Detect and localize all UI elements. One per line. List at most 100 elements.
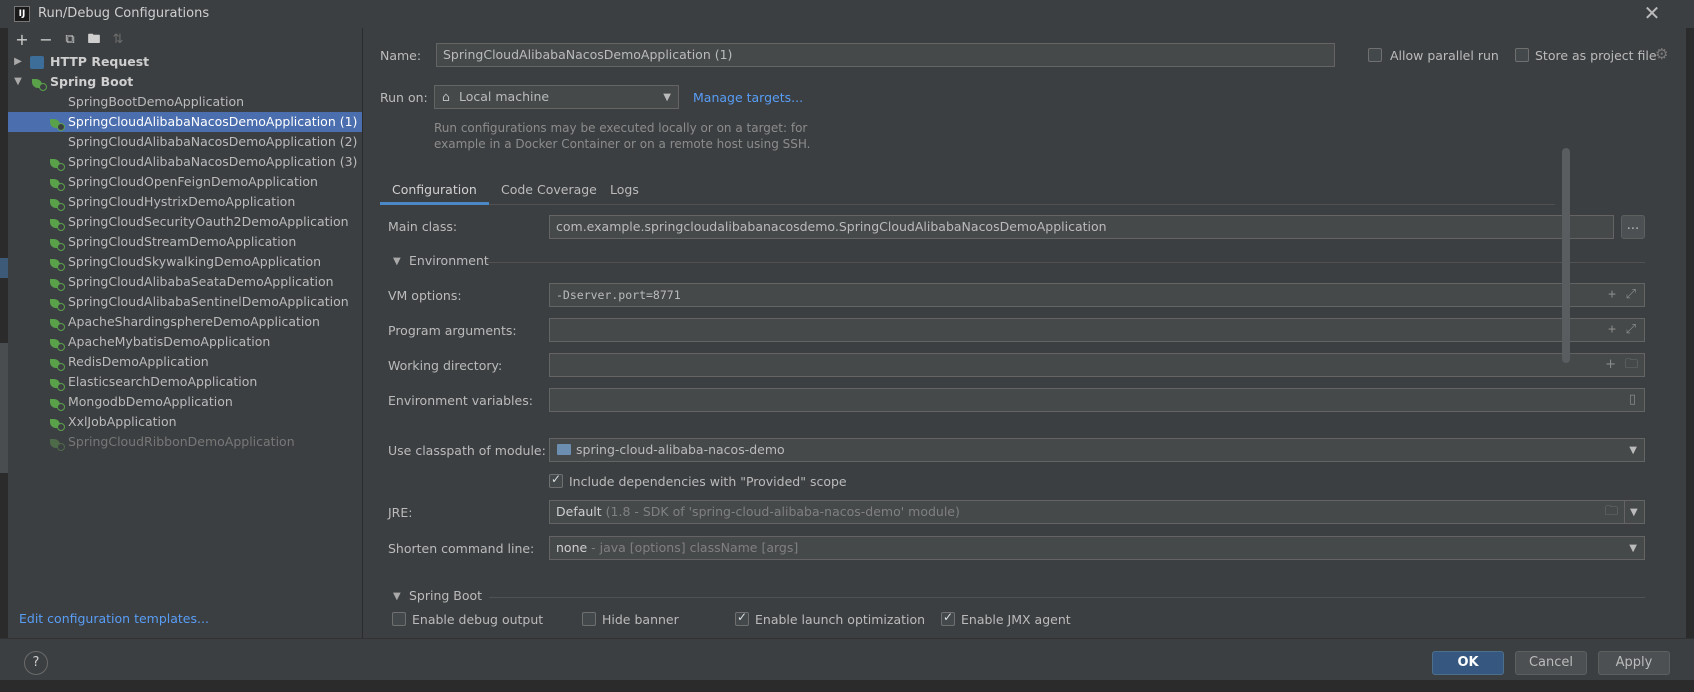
- launch-optimization-checkbox[interactable]: [735, 610, 749, 626]
- expand-icon[interactable]: ⤢: [1626, 284, 1636, 306]
- spring-boot-icon: [50, 277, 65, 291]
- tree-item-configuration[interactable]: SpringCloudAlibabaSentinelDemoApplicatio…: [8, 292, 362, 312]
- manage-targets-link[interactable]: Manage targets...: [693, 90, 803, 105]
- tree-item-label: SpringCloudAlibabaNacosDemoApplication (…: [68, 114, 358, 129]
- vm-options-field[interactable]: -Dserver.port=8771 + ⤢: [549, 283, 1645, 307]
- tree-item-configuration[interactable]: XxlJobApplication: [8, 412, 362, 432]
- tree-group-spring-boot[interactable]: ▼ Spring Boot: [8, 72, 362, 92]
- plus-icon[interactable]: +: [1608, 319, 1616, 341]
- spring-boot-icon: [50, 257, 65, 271]
- remove-configuration-button[interactable]: −: [36, 30, 56, 50]
- tree-item-configuration[interactable]: SpringBootDemoApplication: [8, 92, 362, 112]
- tree-item-configuration[interactable]: SpringCloudOpenFeignDemoApplication: [8, 172, 362, 192]
- include-dependencies-checkbox[interactable]: [549, 472, 563, 488]
- chevron-down-icon: ▼: [663, 92, 671, 103]
- enable-debug-checkbox[interactable]: [392, 612, 406, 626]
- apply-button[interactable]: Apply: [1598, 651, 1670, 675]
- tree-item-configuration[interactable]: SpringCloudSkywalkingDemoApplication: [8, 252, 362, 272]
- tree-item-label: SpringCloudOpenFeignDemoApplication: [68, 174, 318, 189]
- tree-item-configuration[interactable]: SpringCloudAlibabaNacosDemoApplication (…: [8, 152, 362, 172]
- tree-item-configuration[interactable]: RedisDemoApplication: [8, 352, 362, 372]
- working-directory-label: Working directory:: [388, 358, 503, 373]
- tree-item-configuration[interactable]: SpringCloudHystrixDemoApplication: [8, 192, 362, 212]
- plus-icon[interactable]: +: [1605, 354, 1616, 376]
- jre-value: Default: [556, 504, 602, 519]
- jre-value-detail: (1.8 - SDK of 'spring-cloud-alibaba-naco…: [601, 504, 960, 519]
- environment-section-label[interactable]: Environment: [409, 253, 489, 268]
- tree-item-configuration[interactable]: SpringCloudAlibabaNacosDemoApplication (…: [8, 132, 362, 152]
- working-directory-field[interactable]: + 🗀: [549, 353, 1645, 377]
- help-button[interactable]: ?: [24, 651, 48, 675]
- chevron-down-icon[interactable]: ▼: [12, 72, 24, 92]
- jmx-agent-checkbox[interactable]: [941, 610, 955, 626]
- tree-item-configuration[interactable]: SpringCloudAlibabaNacosDemoApplication (…: [8, 112, 362, 132]
- enable-debug-label: Enable debug output: [412, 612, 544, 627]
- classpath-module-dropdown[interactable]: spring-cloud-alibaba-nacos-demo ▼: [549, 438, 1645, 462]
- tree-item-configuration[interactable]: SpringCloudSecurityOauth2DemoApplication: [8, 212, 362, 232]
- store-project-checkbox[interactable]: [1515, 48, 1529, 62]
- chevron-down-icon: ▼: [1629, 445, 1637, 456]
- environment-variables-field[interactable]: ▯: [549, 388, 1645, 412]
- edit-templates-link[interactable]: Edit configuration templates...: [19, 611, 209, 626]
- tree-item-label: SpringCloudSkywalkingDemoApplication: [68, 254, 322, 269]
- tree-item-configuration[interactable]: MongodbDemoApplication: [8, 392, 362, 412]
- spring-boot-icon: [50, 337, 65, 351]
- tree-item-configuration[interactable]: SpringCloudStreamDemoApplication: [8, 232, 362, 252]
- program-arguments-field[interactable]: + ⤢: [549, 318, 1645, 342]
- jre-field[interactable]: Default (1.8 - SDK of 'spring-cloud-alib…: [549, 500, 1625, 524]
- folder-icon[interactable]: 🖿: [84, 30, 104, 50]
- gear-icon[interactable]: ⚙: [1655, 45, 1668, 63]
- left-edge-strip: [0, 28, 8, 638]
- hide-banner-checkbox[interactable]: [582, 612, 596, 626]
- cancel-button[interactable]: Cancel: [1515, 651, 1587, 675]
- spring-boot-section-label[interactable]: Spring Boot: [409, 588, 482, 603]
- chevron-down-icon: ▼: [1629, 543, 1637, 554]
- main-class-label: Main class:: [388, 219, 458, 234]
- chevron-down-icon[interactable]: ▼: [393, 256, 401, 267]
- run-on-hint-line2: example in a Docker Container or on a re…: [434, 137, 811, 151]
- tab-configuration[interactable]: Configuration: [380, 176, 489, 205]
- folder-icon[interactable]: 🗀: [1625, 354, 1638, 376]
- classpath-module-label: Use classpath of module:: [388, 443, 546, 458]
- chevron-right-icon[interactable]: ▶: [12, 52, 24, 72]
- tree-item-configuration[interactable]: SpringCloudRibbonDemoApplication: [8, 432, 362, 452]
- close-icon[interactable]: ✕: [1642, 3, 1662, 23]
- main-class-field[interactable]: com.example.springcloudalibabanacosdemo.…: [549, 215, 1614, 239]
- document-icon[interactable]: ▯: [1629, 389, 1636, 411]
- scrollbar-thumb[interactable]: [1562, 148, 1570, 363]
- tree-group-http-request[interactable]: ▶ HTTP Request: [8, 52, 362, 72]
- plus-icon[interactable]: +: [1608, 284, 1616, 306]
- spring-boot-icon: [50, 437, 65, 451]
- jre-label: JRE:: [388, 505, 413, 520]
- tree-item-label: SpringBootDemoApplication: [68, 94, 245, 109]
- jre-dropdown-button[interactable]: ▼: [1624, 500, 1645, 524]
- add-configuration-button[interactable]: +: [12, 30, 32, 50]
- tree-item-configuration[interactable]: ElasticsearchDemoApplication: [8, 372, 362, 392]
- edge-marker: [0, 258, 8, 278]
- configuration-editor: Name: SpringCloudAlibabaNacosDemoApplica…: [364, 28, 1694, 638]
- copy-configuration-button[interactable]: ⧉: [60, 30, 80, 50]
- section-divider: [489, 597, 1645, 598]
- shorten-command-dropdown[interactable]: none - java [options] className [args] ▼: [549, 536, 1645, 560]
- edge-marker: [0, 343, 8, 473]
- shorten-command-value: none: [556, 540, 588, 555]
- spring-boot-icon: [50, 397, 65, 411]
- window-title: Run/Debug Configurations: [38, 6, 210, 21]
- store-project-label: Store as project file: [1535, 48, 1657, 63]
- expand-icon[interactable]: ⤢: [1626, 319, 1636, 341]
- name-field[interactable]: SpringCloudAlibabaNacosDemoApplication (…: [436, 43, 1335, 67]
- ok-button[interactable]: OK: [1432, 651, 1504, 675]
- run-on-dropdown[interactable]: ⌂ Local machine ▼: [434, 85, 679, 109]
- tree-item-configuration[interactable]: ApacheMybatisDemoApplication: [8, 332, 362, 352]
- tab-logs[interactable]: Logs: [598, 176, 651, 205]
- tree-item-configuration[interactable]: SpringCloudAlibabaSeataDemoApplication: [8, 272, 362, 292]
- tree-group-label: HTTP Request: [50, 54, 150, 69]
- sort-icon[interactable]: ⇅: [108, 30, 128, 50]
- chevron-down-icon[interactable]: ▼: [393, 591, 401, 602]
- section-divider: [487, 262, 1645, 263]
- tree-item-configuration[interactable]: ApacheShardingsphereDemoApplication: [8, 312, 362, 332]
- tab-code-coverage[interactable]: Code Coverage: [489, 176, 609, 205]
- browse-main-class-button[interactable]: ...: [1621, 215, 1645, 239]
- folder-icon[interactable]: 🗀: [1605, 501, 1618, 523]
- allow-parallel-checkbox[interactable]: [1368, 48, 1382, 62]
